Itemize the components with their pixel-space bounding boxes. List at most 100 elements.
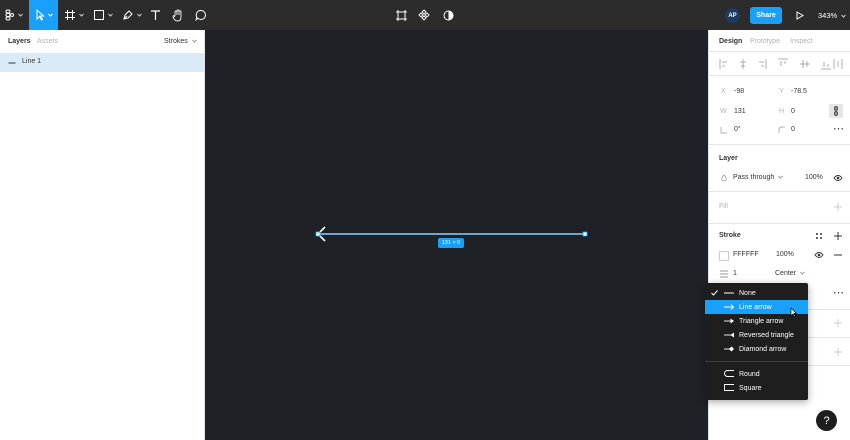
tab-layers[interactable]: Layers bbox=[8, 38, 31, 45]
contrast-button[interactable] bbox=[442, 0, 454, 30]
square-cap-icon bbox=[724, 384, 734, 391]
stroke-align-value: Center bbox=[775, 270, 797, 277]
component-tool-button[interactable] bbox=[418, 0, 430, 30]
menu-item-label: Line arrow bbox=[739, 303, 772, 311]
chevron-down-icon bbox=[800, 271, 805, 275]
chevron-down-icon bbox=[841, 14, 847, 18]
stroke-weight-icon bbox=[720, 270, 728, 278]
layer-row-line-1[interactable]: Line 1 bbox=[0, 53, 204, 72]
chevron-down-icon bbox=[778, 175, 784, 179]
shape-tool-button[interactable] bbox=[89, 0, 117, 30]
layer-name: Line 1 bbox=[22, 58, 42, 65]
tab-prototype[interactable]: Prototype bbox=[750, 38, 780, 45]
menu-item-none[interactable]: None bbox=[705, 286, 808, 300]
text-tool-button[interactable] bbox=[146, 0, 164, 30]
menu-item-triangle-arrow[interactable]: Triangle arrow bbox=[705, 314, 808, 328]
stroke-color-swatch[interactable] bbox=[719, 251, 729, 261]
rotation-input[interactable]: 0° bbox=[734, 126, 741, 133]
more-options-icon[interactable]: ⋯ bbox=[833, 122, 844, 135]
menu-item-square[interactable]: Square bbox=[705, 381, 808, 395]
stroke-align-select[interactable]: Center bbox=[775, 270, 805, 277]
constrain-proportions-button[interactable] bbox=[829, 104, 843, 118]
main-menu-button[interactable] bbox=[0, 0, 28, 30]
page-selector[interactable]: Strokes bbox=[164, 38, 197, 45]
crop-tool-button[interactable] bbox=[395, 0, 407, 30]
stroke-opacity-input[interactable]: 100% bbox=[776, 251, 794, 258]
round-cap-icon bbox=[724, 370, 734, 377]
diamond-arrow-icon bbox=[724, 346, 734, 352]
menu-item-line-arrow[interactable]: Line arrow bbox=[705, 300, 808, 318]
text-t-icon bbox=[150, 10, 160, 20]
reversed-triangle-icon bbox=[724, 332, 734, 338]
pen-tool-button[interactable] bbox=[118, 0, 146, 30]
alignment-toolbar[interactable] bbox=[709, 57, 850, 71]
tab-assets[interactable]: Assets bbox=[37, 38, 58, 45]
tab-design[interactable]: Design bbox=[719, 38, 742, 45]
blend-mode-select[interactable]: Pass through bbox=[733, 174, 784, 181]
comment-bubble-icon bbox=[195, 10, 206, 21]
blend-drop-icon bbox=[721, 174, 727, 182]
menu-item-label: Round bbox=[739, 370, 760, 378]
share-button[interactable]: Share bbox=[750, 7, 782, 24]
canvas[interactable] bbox=[205, 30, 708, 440]
dimension-label: 131 × 0 bbox=[438, 238, 464, 248]
tab-inspect[interactable]: Inspect bbox=[790, 38, 813, 45]
style-grid-icon[interactable] bbox=[815, 232, 823, 240]
corner-radius-icon bbox=[778, 126, 785, 133]
menu-item-reversed-triangle[interactable]: Reversed triangle bbox=[705, 328, 808, 342]
present-button[interactable] bbox=[794, 0, 806, 30]
hand-tool-button[interactable] bbox=[170, 0, 186, 30]
triangle-arrow-icon bbox=[724, 318, 734, 324]
y-label: Y bbox=[779, 88, 784, 95]
add-fill-icon[interactable] bbox=[834, 203, 842, 211]
checkmark-icon bbox=[711, 290, 718, 296]
menu-item-diamond-arrow[interactable]: Diamond arrow bbox=[705, 342, 808, 356]
line-1-shape[interactable] bbox=[205, 30, 708, 440]
comment-tool-button[interactable] bbox=[193, 0, 209, 30]
figma-logo-icon bbox=[5, 9, 14, 21]
fill-section-title: Fill bbox=[719, 203, 728, 210]
w-input[interactable]: 131 bbox=[734, 108, 746, 115]
stroke-more-options-icon[interactable]: ⋯ bbox=[833, 286, 844, 299]
zoom-value: 343% bbox=[818, 11, 838, 20]
corner-radius-input[interactable]: 0 bbox=[791, 126, 795, 133]
contrast-icon bbox=[443, 10, 453, 20]
menu-divider bbox=[705, 361, 808, 362]
move-tool-button[interactable] bbox=[29, 0, 58, 30]
remove-stroke-icon[interactable] bbox=[834, 251, 842, 259]
rotation-icon bbox=[720, 127, 727, 134]
line-none-icon bbox=[724, 292, 734, 294]
component-icon bbox=[418, 9, 430, 21]
frame-tool-button[interactable] bbox=[60, 0, 88, 30]
hand-icon bbox=[172, 9, 182, 21]
help-button[interactable]: ? bbox=[816, 410, 837, 431]
menu-item-label: None bbox=[739, 289, 756, 297]
h-input[interactable]: 0 bbox=[791, 108, 795, 115]
avatar[interactable]: AP bbox=[725, 8, 740, 23]
stroke-weight-input[interactable]: 1 bbox=[733, 270, 737, 277]
layer-opacity-input[interactable]: 100% bbox=[805, 174, 823, 181]
menu-item-round[interactable]: Round bbox=[705, 367, 808, 381]
layer-section-title: Layer bbox=[719, 155, 738, 162]
pen-icon bbox=[123, 10, 133, 20]
zoom-level[interactable]: 343% bbox=[818, 11, 847, 20]
x-input[interactable]: -98 bbox=[734, 88, 744, 95]
add-effect-icon[interactable] bbox=[834, 319, 842, 327]
eye-icon[interactable] bbox=[814, 251, 824, 259]
menu-item-label: Reversed triangle bbox=[739, 331, 794, 339]
link-icon bbox=[834, 106, 838, 116]
add-export-icon[interactable] bbox=[834, 348, 842, 356]
layers-panel: Layers Assets Strokes Line 1 bbox=[0, 30, 205, 440]
eye-icon[interactable] bbox=[833, 174, 843, 182]
chevron-down-icon bbox=[191, 39, 197, 43]
stroke-section-title: Stroke bbox=[719, 232, 741, 239]
start-handle bbox=[315, 231, 321, 237]
rectangle-icon bbox=[94, 10, 104, 20]
x-label: X bbox=[721, 88, 726, 95]
add-stroke-icon[interactable] bbox=[834, 232, 842, 240]
menu-item-label: Square bbox=[739, 384, 762, 392]
stroke-end-point-menu: None Line arrow Triangle arrow Reversed … bbox=[705, 283, 808, 400]
y-input[interactable]: -78.5 bbox=[791, 88, 807, 95]
h-label: H bbox=[779, 108, 785, 115]
stroke-color-input[interactable]: FFFFFF bbox=[733, 251, 759, 258]
